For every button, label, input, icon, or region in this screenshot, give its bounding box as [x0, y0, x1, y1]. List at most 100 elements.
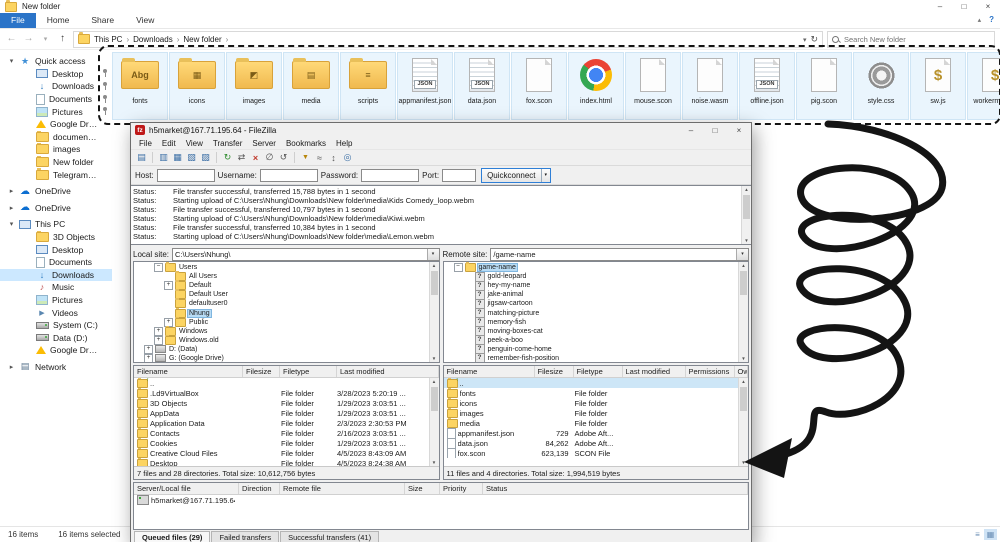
- sidebar-item[interactable]: Videos: [0, 306, 112, 319]
- column-header[interactable]: Owner/Group: [735, 366, 749, 377]
- sidebar-item[interactable]: Documents: [0, 93, 112, 106]
- expander-icon[interactable]: [154, 336, 163, 345]
- file-row[interactable]: h5market@167.71.195.64: [134, 495, 738, 505]
- expand-ribbon-icon[interactable]: [978, 15, 982, 24]
- ribbon-tab[interactable]: File: [0, 13, 36, 28]
- file-row[interactable]: media File folder: [444, 418, 739, 428]
- column-header[interactable]: Filetype: [280, 366, 337, 377]
- up-button[interactable]: [56, 31, 69, 47]
- menu-item[interactable]: Server: [247, 139, 281, 148]
- file-row[interactable]: fonts File folder: [444, 388, 739, 398]
- tree-item[interactable]: hey-my-name: [446, 281, 738, 290]
- file-row[interactable]: Cookies File folder 1/29/2023 3:03:51 ..…: [134, 438, 429, 448]
- file-item[interactable]: index.html: [568, 52, 624, 120]
- file-item[interactable]: scripts: [340, 52, 396, 120]
- toggle-queue-icon[interactable]: [199, 151, 212, 164]
- column-header[interactable]: Direction: [239, 483, 280, 494]
- file-item[interactable]: appmanifest.json: [397, 52, 453, 120]
- tree-item[interactable]: G: (Google Drive): [136, 354, 428, 363]
- sidebar-item[interactable]: Data (D:): [0, 331, 112, 344]
- file-item[interactable]: offline.json: [739, 52, 795, 120]
- tree-item[interactable]: gold-leopard: [446, 272, 738, 281]
- ribbon-tab[interactable]: Home: [36, 13, 81, 28]
- vertical-scrollbar[interactable]: [429, 378, 439, 466]
- file-row[interactable]: AppData File folder 1/29/2023 3:03:51 ..…: [134, 408, 429, 418]
- tree-item[interactable]: matching-picture: [446, 308, 738, 317]
- close-button[interactable]: [976, 0, 1000, 13]
- file-row[interactable]: icons File folder: [444, 398, 739, 408]
- local-site-combo[interactable]: C:\Users\Nhung\: [172, 248, 439, 261]
- cancel-icon[interactable]: [249, 151, 262, 164]
- sidebar-item[interactable]: Desktop: [0, 68, 112, 81]
- tree-item[interactable]: Windows.old: [136, 336, 428, 345]
- sidebar-item[interactable]: Downloads: [0, 269, 112, 282]
- tree-item[interactable]: All Users: [136, 272, 428, 281]
- breadcrumb-item[interactable]: New folder: [183, 35, 232, 44]
- quickconnect-button[interactable]: Quickconnect: [481, 168, 551, 183]
- file-item[interactable]: mouse.scon: [625, 52, 681, 120]
- column-header[interactable]: Remote file: [280, 483, 405, 494]
- port-input[interactable]: [442, 169, 476, 182]
- toggle-log-icon[interactable]: [157, 151, 170, 164]
- sidebar-item[interactable]: documentation: [0, 131, 112, 144]
- tree-item[interactable]: Windows: [136, 327, 428, 336]
- file-row[interactable]: Contacts File folder 2/16/2023 3:03:51 .…: [134, 428, 429, 438]
- file-row[interactable]: images File folder: [444, 408, 739, 418]
- sidebar-item[interactable]: Google Drive (G:): [0, 344, 112, 357]
- file-item[interactable]: images: [226, 52, 282, 120]
- file-item[interactable]: sw.js: [910, 52, 966, 120]
- maximize-button[interactable]: [952, 0, 976, 13]
- sidebar-item[interactable]: Telegram Desktop: [0, 168, 112, 181]
- chevron-down-icon[interactable]: [427, 249, 439, 260]
- file-item[interactable]: fox.scon: [511, 52, 567, 120]
- vertical-scrollbar[interactable]: [741, 186, 751, 244]
- close-button[interactable]: [727, 124, 751, 137]
- file-row[interactable]: Creative Cloud Files File folder 4/5/202…: [134, 448, 429, 458]
- find-icon[interactable]: [341, 151, 354, 164]
- sidebar-item[interactable]: images: [0, 143, 112, 156]
- file-item[interactable]: workermain.js: [967, 52, 1000, 120]
- quickconnect-dropdown-icon[interactable]: [541, 169, 551, 182]
- breadcrumb-item[interactable]: Downloads: [133, 35, 183, 44]
- minimize-button[interactable]: [928, 0, 952, 13]
- menu-item[interactable]: Transfer: [208, 139, 248, 148]
- sidebar-item[interactable]: OneDrive: [0, 185, 112, 198]
- tree-item[interactable]: Default: [136, 281, 428, 290]
- help-icon[interactable]: [989, 15, 994, 24]
- disconnect-icon[interactable]: [263, 151, 276, 164]
- file-item[interactable]: fonts: [112, 52, 168, 120]
- column-header[interactable]: Filename: [444, 366, 535, 377]
- column-header[interactable]: Last modified: [337, 366, 439, 377]
- tree-item[interactable]: Public: [136, 318, 428, 327]
- sidebar-item[interactable]: Network: [0, 361, 112, 374]
- queue-tab[interactable]: Successful transfers (41): [280, 531, 379, 542]
- file-item[interactable]: data.json: [454, 52, 510, 120]
- breadcrumb[interactable]: This PC Downloads New folder: [73, 31, 823, 48]
- menu-item[interactable]: View: [181, 139, 208, 148]
- column-header[interactable]: Filetype: [574, 366, 623, 377]
- filter-icon[interactable]: [299, 151, 312, 164]
- recent-locations-icon[interactable]: [39, 31, 52, 48]
- back-button[interactable]: [5, 31, 18, 47]
- menu-item[interactable]: File: [134, 139, 157, 148]
- sidebar-item[interactable]: Google Drive (G:): [0, 118, 112, 131]
- file-item[interactable]: pig.scon: [796, 52, 852, 120]
- vertical-scrollbar[interactable]: [738, 262, 748, 362]
- reconnect-icon[interactable]: [277, 151, 290, 164]
- remote-site-combo[interactable]: /game-name: [490, 248, 749, 261]
- vertical-scrollbar[interactable]: [738, 378, 748, 466]
- tree-item[interactable]: memory-fish: [446, 318, 738, 327]
- ribbon-tab[interactable]: View: [125, 13, 165, 28]
- password-input[interactable]: [361, 169, 419, 182]
- column-header[interactable]: Priority: [440, 483, 483, 494]
- minimize-button[interactable]: [679, 124, 703, 137]
- tree-item[interactable]: penguin-come-home: [446, 345, 738, 354]
- sidebar-item[interactable]: Quick access: [0, 55, 112, 68]
- queue-tab[interactable]: Queued files (29): [134, 531, 210, 542]
- file-row[interactable]: appmanifest.json 729 Adobe Aft...: [444, 428, 739, 438]
- file-item[interactable]: media: [283, 52, 339, 120]
- file-row[interactable]: fox.scon 623,139 SCON File: [444, 448, 739, 458]
- menu-item[interactable]: Edit: [157, 139, 181, 148]
- sidebar-item[interactable]: Pictures: [0, 294, 112, 307]
- details-view-icon[interactable]: [971, 529, 984, 540]
